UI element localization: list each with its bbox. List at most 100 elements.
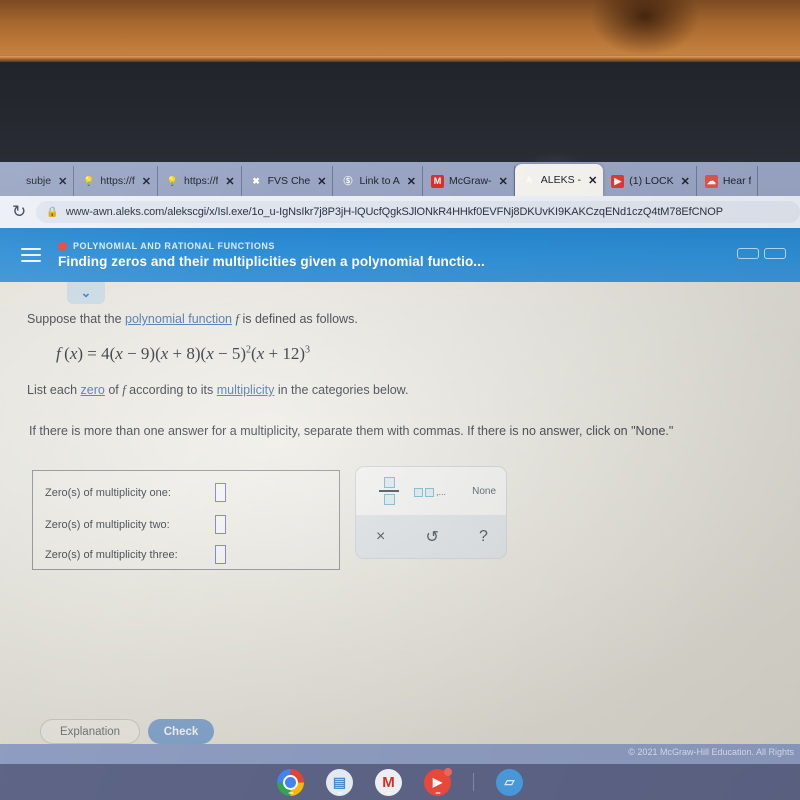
stmt2-b: of [104,383,123,397]
x-mark-icon: ✖ [252,175,260,186]
bulb-icon: 💡 [83,175,95,186]
stmt2-a: List each [27,383,81,397]
undo-icon[interactable]: ↺ [426,527,439,547]
explanation-button[interactable]: Explanation [40,719,140,744]
files-icon[interactable]: ▱ [496,768,523,796]
browser-tab[interactable]: ☁ Hear f [697,166,759,196]
lock-icon: 🔒 [46,206,59,218]
question-statement-line2: List each zero of f according to its mul… [27,383,409,398]
answer-label: Zero(s) of multiplicity one: [45,486,171,499]
polynomial-function-link[interactable]: polynomial function [125,312,232,326]
gmail-glyph: M [382,773,395,791]
help-icon[interactable]: ? [479,528,488,546]
bulb-icon: 💡 [166,175,179,186]
tab-title: https://f [183,175,219,187]
youtube-icon: ▶ [611,174,625,188]
answer-label: Zero(s) of multiplicity three: [45,548,178,561]
answer-row-multiplicity-three: Zero(s) of multiplicity three: [45,545,226,564]
address-bar[interactable]: 🔒 www-awn.aleks.com/alekscgi/x/Isl.exe/1… [36,201,800,223]
reload-icon[interactable]: ↻ [12,202,26,222]
header-pill-button-2[interactable] [764,248,786,259]
gmail-icon[interactable]: M [375,768,402,796]
header-actions[interactable] [737,248,786,259]
browser-tab-strip[interactable]: subje ✕ 💡 https://f ✕ 💡 https://f ✕ ✖ FV… [0,162,800,196]
browser-tab[interactable]: ▶ (1) LOCK ✕ [603,166,697,196]
taskbar: ▤ M ▶ ▱ [0,764,800,800]
list-ellipsis: ,... [436,487,447,497]
desk-surface [0,0,800,62]
soundcloud-icon: ☁ [704,174,718,188]
answer-box: Zero(s) of multiplicity one: Zero(s) of … [32,470,340,570]
list-of-boxes-icon[interactable]: ,... [414,487,446,497]
header-text-block: POLYNOMIAL AND RATIONAL FUNCTIONS Findin… [58,241,485,269]
tab-title: FVS Che [267,175,311,187]
check-button[interactable]: Check [148,719,214,744]
answer-input-multiplicity-three[interactable] [215,545,226,564]
stmt2-d: in the categories below. [274,383,409,397]
hamburger-icon[interactable] [8,248,54,262]
tab-title: https://f [100,175,135,187]
tab-title: ALEKS - [540,174,582,186]
close-icon[interactable]: ✕ [58,175,67,188]
browser-tab[interactable]: 💡 https://f ✕ [158,166,242,196]
app-header: POLYNOMIAL AND RATIONAL FUNCTIONS Findin… [0,228,800,282]
tab-title: McGraw- [448,175,492,187]
screenshot-root: subje ✕ 💡 https://f ✕ 💡 https://f ✕ ✖ FV… [0,0,800,800]
red-dot-icon [58,241,67,251]
tab-title: Hear f [722,175,752,187]
docs-glyph: ▤ [332,773,347,790]
browser-omnibox-bar: ↻ 🔒 www-awn.aleks.com/alekscgi/x/Isl.exe… [0,196,800,228]
none-button[interactable]: None [472,486,496,497]
stmt2-c: according to its [125,383,217,397]
header-pill-button-1[interactable] [737,248,759,259]
multiplicity-link[interactable]: multiplicity [217,383,275,397]
question-statement-line3: If there is more than one answer for a m… [29,424,674,438]
close-icon[interactable]: ✕ [317,175,326,188]
close-icon[interactable]: ✕ [681,175,690,188]
polynomial-formula: f (x) = 4(x − 9)(x + 8)(x − 5)2(x + 12)3 [56,344,310,363]
tab-title: subje [26,175,52,187]
monitor-bezel [0,62,800,192]
close-icon[interactable]: ✕ [407,175,416,188]
browser-tab[interactable]: ✖ FVS Che ✕ [242,166,334,196]
breadcrumb: POLYNOMIAL AND RATIONAL FUNCTIONS [58,241,485,251]
youtube-glyph: ▶ [432,775,443,789]
browser-tab-active[interactable]: A ALEKS - ✕ [514,164,604,196]
zero-link[interactable]: zero [81,383,105,397]
page-title: Finding zeros and their multiplicities g… [58,254,485,269]
url-text: www-awn.aleks.com/alekscgi/x/Isl.exe/1o_… [65,206,723,218]
answer-row-multiplicity-one: Zero(s) of multiplicity one: [45,483,226,502]
answer-input-multiplicity-one[interactable] [215,483,226,502]
taskbar-divider [473,773,474,791]
tab-title: (1) LOCK [629,175,674,187]
fraction-icon[interactable] [378,477,400,505]
keypad-bottom-row: × ↺ ? [356,515,506,558]
browser-tab[interactable]: M McGraw- ✕ [423,166,515,196]
chevron-down-icon[interactable]: ⌄ [67,282,105,304]
math-keypad: ,... None × ↺ ? [355,466,507,559]
answer-input-multiplicity-two[interactable] [215,515,226,534]
copyright-text: © 2021 McGraw-Hill Education. All Rights [628,747,794,757]
question-statement-line1: Suppose that the polynomial function f i… [27,312,358,327]
browser-tab[interactable]: 💡 https://f ✕ [74,166,158,196]
browser-tab[interactable]: Ⓢ Link to A ✕ [333,166,423,196]
close-icon[interactable]: ✕ [225,175,234,188]
mcgraw-icon: M [430,174,444,188]
ring-icon: Ⓢ [343,175,353,186]
blank-icon [8,175,21,188]
stmt-text-a: Suppose that the [27,312,125,326]
answer-row-multiplicity-two: Zero(s) of multiplicity two: [45,515,226,534]
browser-tab[interactable]: subje ✕ [0,166,75,196]
answer-label: Zero(s) of multiplicity two: [45,518,170,531]
aleks-icon: A [526,174,533,185]
close-icon[interactable]: ✕ [142,175,151,188]
chrome-icon[interactable] [277,768,304,796]
tab-title: Link to A [359,175,400,187]
desk-shadow [590,0,700,56]
close-icon[interactable]: ✕ [499,175,508,188]
clear-icon[interactable]: × [376,528,385,546]
close-icon[interactable]: ✕ [588,174,597,187]
keypad-top-row: ,... None [356,467,506,517]
google-docs-icon[interactable]: ▤ [326,768,353,796]
youtube-icon[interactable]: ▶ [424,767,452,796]
